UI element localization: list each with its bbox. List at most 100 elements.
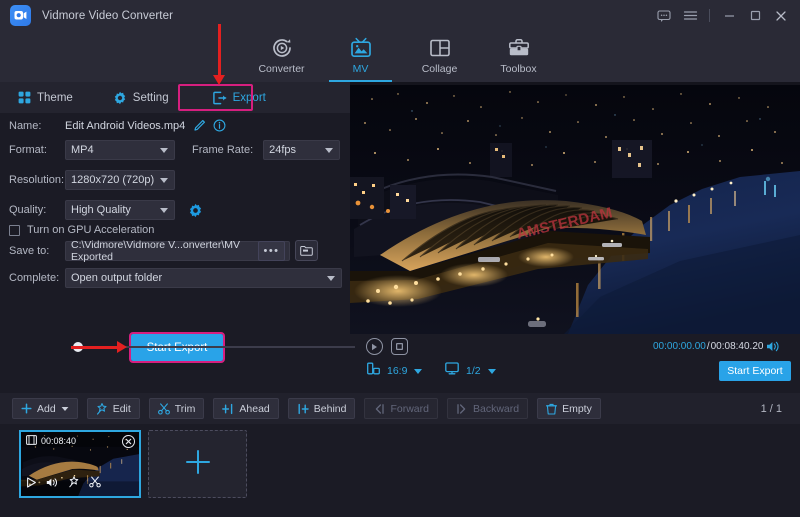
app-window: Vidmore Video Converter	[0, 0, 800, 517]
converter-icon	[270, 36, 294, 60]
framerate-dropdown[interactable]: 24fps	[263, 140, 340, 160]
play-icon[interactable]	[26, 475, 37, 493]
plus-icon	[21, 403, 32, 414]
nav-tab-collage-label: Collage	[422, 63, 458, 75]
quality-settings-gear-icon[interactable]	[188, 203, 203, 218]
chevron-down-icon	[160, 208, 168, 213]
info-icon[interactable]	[213, 119, 226, 132]
behind-button[interactable]: Behind	[288, 398, 356, 419]
nav-tab-collage[interactable]: Collage	[400, 31, 479, 82]
forward-button-label: Forward	[390, 403, 429, 415]
quality-dropdown[interactable]: High Quality	[65, 200, 175, 220]
mv-subtab-bar: Theme Setting Export	[0, 82, 350, 113]
aspect-ratio-control[interactable]: 16:9	[367, 362, 422, 380]
monitor-icon	[445, 362, 459, 380]
feedback-icon[interactable]	[651, 0, 677, 31]
add-clip-card[interactable]	[148, 430, 247, 498]
subtab-setting[interactable]: Setting	[102, 82, 180, 113]
chevron-down-icon[interactable]	[488, 369, 496, 374]
gpu-acceleration-row[interactable]: Turn on GPU Acceleration	[9, 224, 154, 236]
complete-dropdown[interactable]: Open output folder	[65, 268, 342, 288]
aspect-ratio-icon	[367, 362, 380, 380]
name-row: Name: Edit Android Videos.mp4	[9, 119, 226, 132]
close-icon[interactable]	[768, 0, 794, 31]
subtab-theme[interactable]: Theme	[0, 82, 84, 113]
maximize-icon[interactable]	[742, 0, 768, 31]
annotation-arrow-right	[71, 346, 117, 349]
resolution-dropdown[interactable]: 1280x720 (720p)	[65, 170, 175, 190]
nav-tab-mv[interactable]: MV	[321, 31, 400, 82]
preview-start-export-button[interactable]: Start Export	[719, 361, 791, 381]
export-icon	[213, 91, 227, 105]
save-to-input[interactable]: C:\Vidmore\Vidmore V...onverter\MV Expor…	[65, 241, 290, 261]
add-button[interactable]: Add	[12, 398, 78, 419]
gpu-acceleration-checkbox[interactable]	[9, 225, 20, 236]
magic-wand-icon[interactable]	[68, 475, 80, 493]
empty-button[interactable]: Empty	[537, 398, 601, 419]
scissors-icon	[158, 403, 170, 415]
forward-button: Forward	[364, 398, 438, 419]
framerate-value: 24fps	[269, 144, 296, 156]
subtab-setting-label: Setting	[133, 92, 169, 104]
screen-scale-value: 1/2	[466, 365, 481, 377]
chevron-down-icon[interactable]	[414, 369, 422, 374]
page-indicator: 1 / 1	[761, 403, 782, 415]
time-separator: /	[707, 341, 710, 352]
trim-button[interactable]: Trim	[149, 398, 205, 419]
pencil-icon[interactable]	[193, 119, 206, 132]
edit-button-label: Edit	[113, 403, 131, 415]
clip-thumbnail[interactable]: 00:08:40	[19, 430, 141, 498]
chevron-down-icon[interactable]	[61, 403, 69, 415]
format-label: Format:	[9, 144, 65, 156]
backward-button-label: Backward	[473, 403, 519, 415]
menu-icon[interactable]	[677, 0, 703, 31]
aspect-ratio-value: 16:9	[387, 365, 407, 377]
insert-ahead-icon	[222, 403, 234, 415]
name-value: Edit Android Videos.mp4	[65, 120, 185, 132]
stop-square-icon[interactable]	[391, 338, 408, 355]
edit-button[interactable]: Edit	[87, 398, 140, 419]
format-row: Format: MP4 Frame Rate: 24fps	[9, 140, 340, 160]
total-time: 00:08:40.20	[711, 341, 764, 352]
resolution-label: Resolution:	[9, 174, 65, 186]
volume-icon[interactable]	[46, 475, 59, 493]
format-dropdown[interactable]: MP4	[65, 140, 175, 160]
mv-icon	[349, 36, 373, 60]
nav-tab-converter-label: Converter	[258, 63, 304, 75]
insert-behind-icon	[297, 403, 309, 415]
nav-tab-toolbox[interactable]: Toolbox	[479, 31, 558, 82]
complete-value: Open output folder	[71, 272, 162, 284]
annotation-arrow-down	[218, 24, 221, 76]
ahead-button[interactable]: Ahead	[213, 398, 278, 419]
clip-duration-badge: 00:08:40	[26, 435, 76, 447]
quality-label: Quality:	[9, 204, 65, 216]
empty-button-label: Empty	[562, 403, 592, 415]
play-circle-icon[interactable]	[366, 338, 383, 355]
format-value: MP4	[71, 144, 94, 156]
volume-icon[interactable]	[766, 340, 781, 358]
quality-value: High Quality	[71, 204, 131, 216]
browse-path-button[interactable]: •••	[258, 241, 285, 261]
minimize-icon[interactable]	[716, 0, 742, 31]
nav-tab-converter[interactable]: Converter	[242, 31, 321, 82]
move-forward-icon	[373, 403, 385, 415]
ahead-button-label: Ahead	[239, 403, 269, 415]
name-label: Name:	[9, 120, 65, 132]
chevron-down-icon	[160, 148, 168, 153]
screen-scale-control[interactable]: 1/2	[445, 362, 496, 380]
save-to-value: C:\Vidmore\Vidmore V...onverter\MV Expor…	[71, 239, 284, 263]
resolution-row: Resolution: 1280x720 (720p)	[9, 170, 175, 190]
video-preview[interactable]: AMSTERDAM	[350, 85, 800, 334]
clip-tools	[26, 475, 101, 493]
close-circle-icon[interactable]	[122, 435, 135, 448]
plus-icon	[183, 447, 213, 482]
subtab-theme-label: Theme	[37, 92, 73, 104]
vidmore-logo-icon	[10, 5, 31, 26]
film-icon	[26, 435, 37, 447]
folder-icon[interactable]	[295, 240, 318, 261]
gpu-acceleration-label: Turn on GPU Acceleration	[27, 224, 154, 236]
nav-tab-mv-label: MV	[353, 63, 369, 75]
trim-button-label: Trim	[175, 403, 196, 415]
subtab-export[interactable]: Export	[202, 82, 277, 113]
scissors-icon[interactable]	[89, 475, 101, 493]
